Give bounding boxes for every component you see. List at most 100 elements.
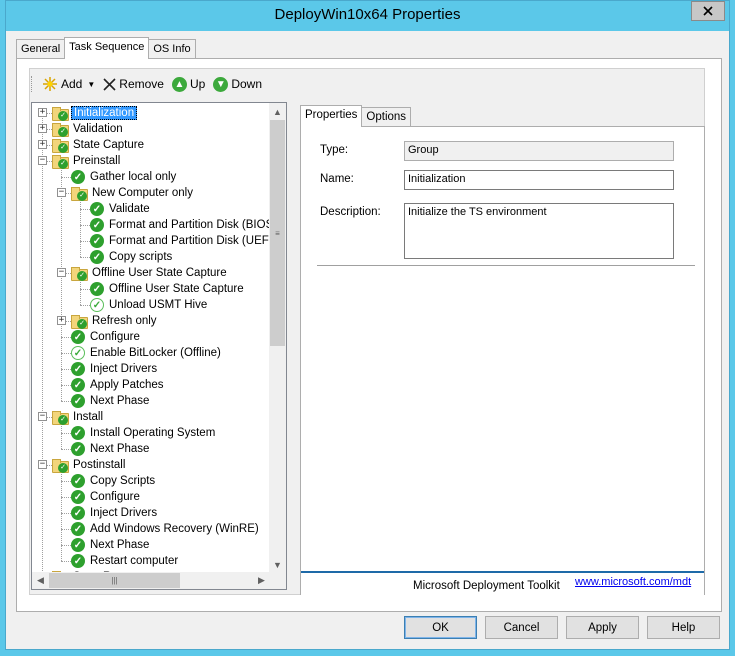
mdt-link[interactable]: www.microsoft.com/mdt [575,576,691,588]
outer-tab-strip: General Task Sequence OS Info [16,37,196,59]
tree-item-label: Format and Partition Disk (BIOS) [109,219,270,231]
tree-item[interactable]: ✓ State Capture [52,137,146,153]
properties-tab-strip: Properties Options [300,105,412,127]
tree-rows: + ✓ Initialization + ✓ Validation + ✓ State Capt… [32,103,270,573]
tree-item[interactable]: ✓ Offline User State Capture [71,265,229,281]
collapse-icon[interactable]: − [57,268,66,277]
add-button[interactable]: Add ▼ [40,75,97,93]
help-button[interactable]: Help [647,616,720,639]
tree-item[interactable]: ✓ Copy scripts [90,249,174,265]
tree-item[interactable]: ✓ Restart computer [71,553,180,569]
folder-check-icon: ✓ [52,139,69,153]
folder-check-icon: ✓ [71,187,88,201]
tree-item[interactable]: ✓ Enable BitLocker (Offline) [71,345,223,361]
tree-item[interactable]: ✓ Next Phase [71,441,151,457]
folder-check-icon: ✓ [52,459,69,473]
expand-icon[interactable]: + [38,124,47,133]
tree-item[interactable]: ✓ Add Windows Recovery (WinRE) [71,521,261,537]
expand-icon[interactable]: + [38,140,47,149]
tree-item-label: New Computer only [92,187,193,199]
tree-item[interactable]: ✓ Apply Patches [71,377,166,393]
tab-os-info[interactable]: OS Info [148,39,196,59]
tree-connector [61,353,71,354]
tree-item[interactable]: ✓ Preinstall [52,153,122,169]
tree-item[interactable]: ✓ Inject Drivers [71,505,159,521]
folder-check-icon: ✓ [52,411,69,425]
down-button[interactable]: ▼ Down [211,76,264,93]
tab-properties[interactable]: Properties [300,105,363,127]
tree-horizontal-scrollbar[interactable]: ◀ ||| ▶ [32,572,270,589]
tree-item[interactable]: ✓ Gather local only [71,169,178,185]
tree-item-label: Preinstall [73,155,121,167]
tree-item[interactable]: ✓ Unload USMT Hive [90,297,209,313]
check-disabled-icon: ✓ [90,298,104,312]
tree-connector [61,385,71,386]
description-label: Description: [320,206,381,218]
check-icon: ✓ [71,538,85,552]
tree-item[interactable]: ✓ Install Operating System [71,425,217,441]
folder-check-icon: ✓ [52,123,69,137]
tab-options[interactable]: Options [361,107,412,127]
remove-button[interactable]: Remove [101,76,166,92]
collapse-icon[interactable]: − [57,188,66,197]
name-field[interactable]: Initialization [404,170,674,190]
tree-item[interactable]: ✓ Inject Drivers [71,361,159,377]
check-icon: ✓ [90,250,104,264]
tree-connector [61,561,71,562]
check-icon: ✓ [90,234,104,248]
tree-item[interactable]: ✓ Refresh only [71,313,159,329]
scroll-left-icon[interactable]: ◀ [32,572,49,589]
tree-item[interactable]: ✓ New Computer only [71,185,195,201]
up-button[interactable]: ▲ Up [170,76,207,93]
apply-button[interactable]: Apply [566,616,639,639]
vertical-scroll-thumb[interactable]: ≡ [270,120,285,346]
tree-item[interactable]: ✓ Validation [52,121,125,137]
cancel-button[interactable]: Cancel [485,616,558,639]
description-field[interactable]: Initialize the TS environment [404,203,674,259]
scroll-up-icon[interactable]: ▲ [269,103,286,120]
tree-item-label: Gather local only [90,171,177,183]
task-sequence-tree[interactable]: + ✓ Initialization + ✓ Validation + ✓ State Capt… [31,102,287,590]
tree-connector [61,401,71,402]
collapse-icon[interactable]: − [38,460,47,469]
tree-connector [61,513,71,514]
tree-vertical-scrollbar[interactable]: ▲ ≡ ▼ [269,103,286,573]
tree-connector [80,289,90,290]
tree-item[interactable]: ✓ Copy Scripts [71,473,157,489]
tree-item[interactable]: ✓ Configure [71,329,142,345]
tree-guide-line [42,113,43,573]
ok-button[interactable]: OK [404,616,477,639]
expand-icon[interactable]: + [57,316,66,325]
task-sequence-panel: Add ▼ Remove ▲ Up ▼ Down + ✓ Initializat… [16,58,722,612]
expand-icon[interactable]: + [38,108,47,117]
close-button[interactable] [691,1,725,21]
scroll-down-icon[interactable]: ▼ [269,556,286,573]
tab-task-sequence[interactable]: Task Sequence [64,37,150,59]
collapse-icon[interactable]: − [38,412,47,421]
horizontal-scroll-thumb[interactable]: ||| [49,573,180,588]
dropdown-arrow-icon: ▼ [87,79,96,89]
collapse-icon[interactable]: − [38,156,47,165]
tree-item-label: Unload USMT Hive [109,299,208,311]
tree-item-label: Refresh only [92,315,157,327]
tree-item[interactable]: ✓ Validate [90,201,152,217]
tree-item[interactable]: ✓ Install [52,409,105,425]
folder-check-icon: ✓ [71,315,88,329]
tab-general[interactable]: General [16,39,66,59]
task-toolbar: Add ▼ Remove ▲ Up ▼ Down [31,73,274,95]
tree-item[interactable]: ✓ Offline User State Capture [90,281,246,297]
tree-item-label: Initialization [71,106,138,120]
tree-item[interactable]: ✓ Next Phase [71,537,151,553]
tree-item[interactable]: ✓ Postinstall [52,457,127,473]
check-icon: ✓ [90,202,104,216]
properties-window: DeployWin10x64 Properties General Task S… [5,0,730,650]
tree-item[interactable]: ✓ Next Phase [71,393,151,409]
scroll-right-icon[interactable]: ▶ [253,572,270,589]
tree-connector [61,337,71,338]
tree-item[interactable]: ✓ Format and Partition Disk (BIOS) [90,217,270,233]
tree-item[interactable]: ✓ Initialization [52,105,138,121]
tree-item[interactable]: ✓ Format and Partition Disk (UEFI) [90,233,270,249]
tree-item[interactable]: ✓ Configure [71,489,142,505]
remove-x-icon [103,77,116,91]
tree-connector [61,529,71,530]
